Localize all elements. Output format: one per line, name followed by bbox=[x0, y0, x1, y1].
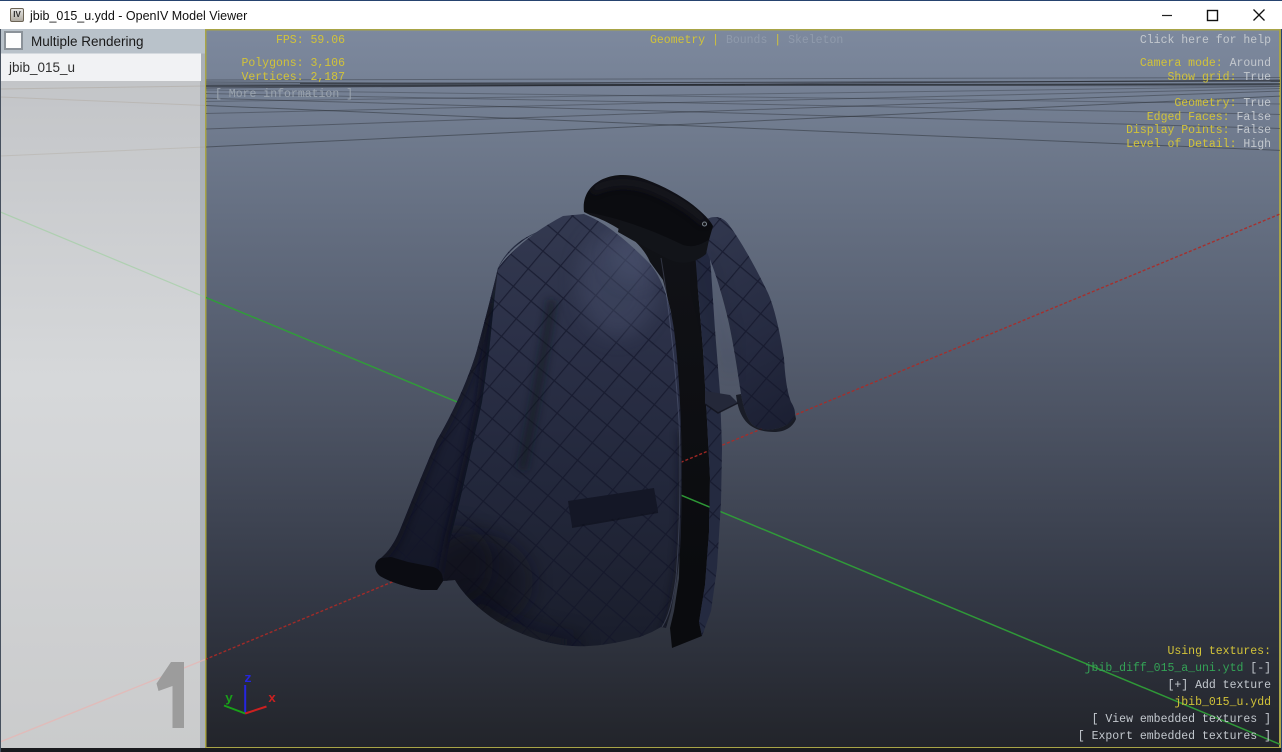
svg-text:y: y bbox=[225, 691, 233, 706]
svg-text:z: z bbox=[244, 671, 252, 686]
svg-text:x: x bbox=[268, 691, 276, 706]
